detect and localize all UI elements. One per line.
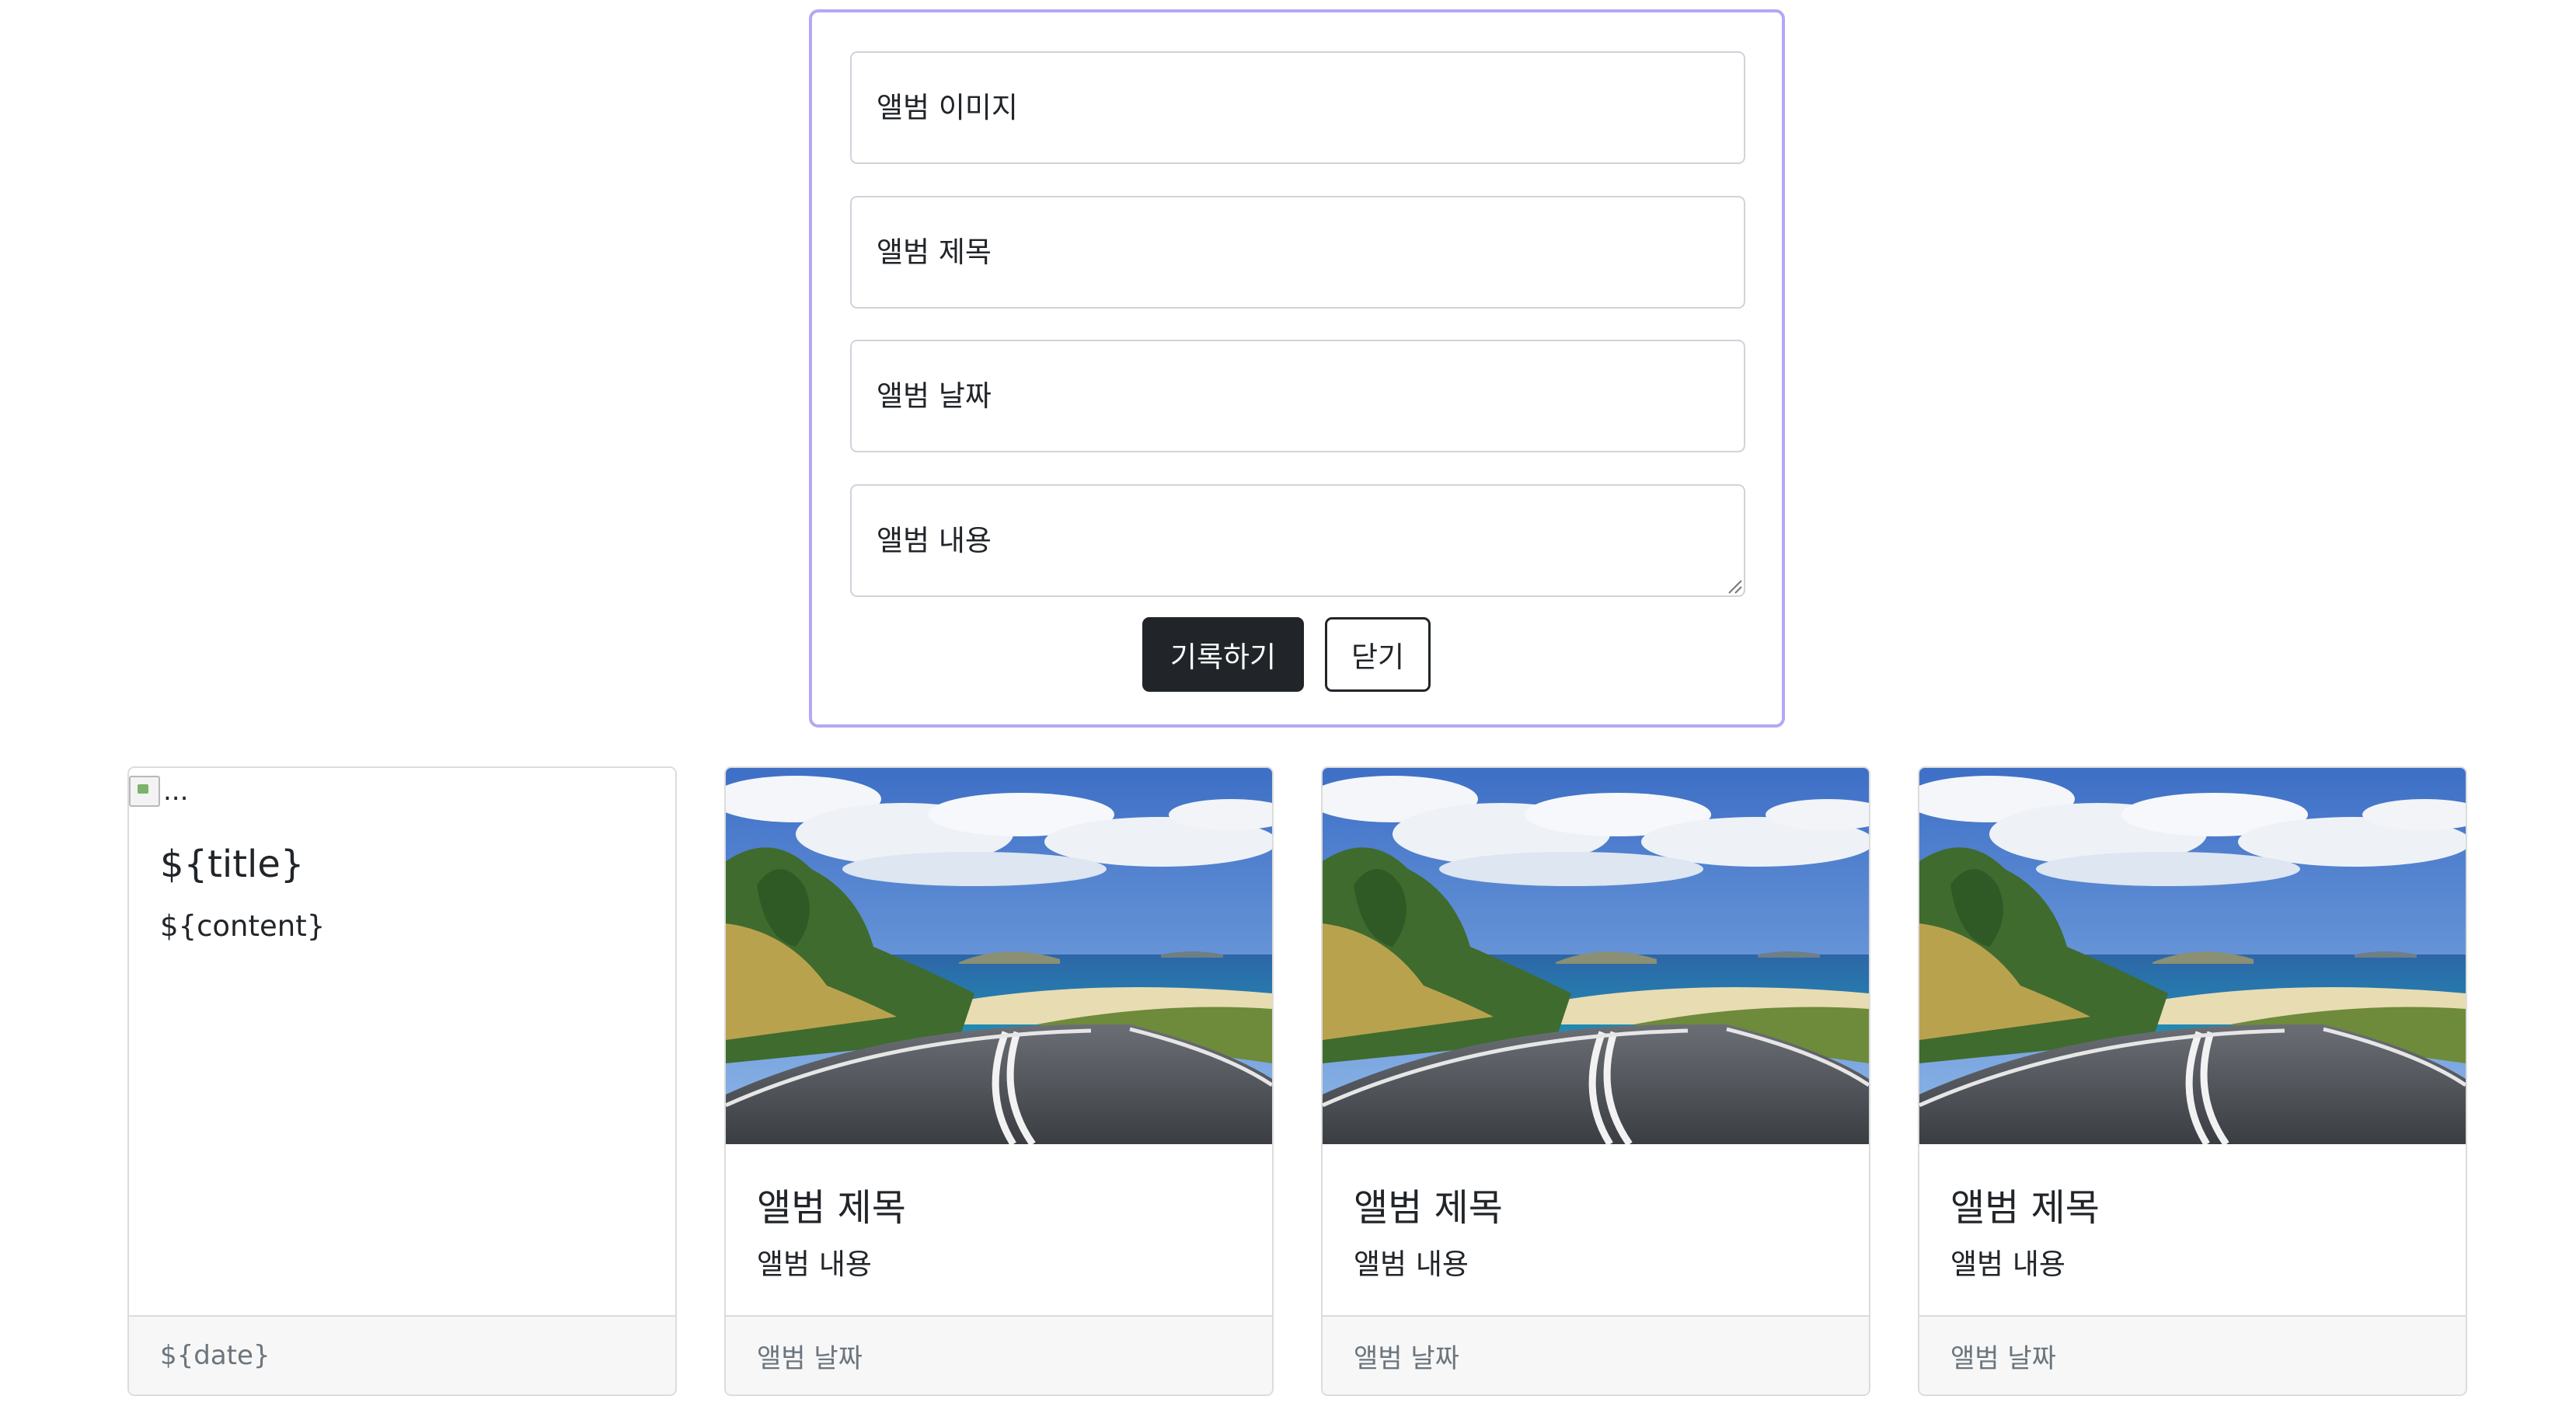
album-card: 앨범 제목 앨범 내용 앨범 날짜 <box>1321 766 1870 1396</box>
album-image <box>1919 768 2466 1144</box>
album-image <box>1323 768 1869 1144</box>
album-form-panel: 기록하기 닫기 <box>809 9 1785 728</box>
close-button[interactable]: 닫기 <box>1325 617 1431 692</box>
card-content: ${content} <box>160 909 326 943</box>
album-date-input[interactable] <box>850 340 1745 452</box>
card-title: 앨범 제목 <box>1354 1186 1503 1230</box>
album-card: 앨범 제목 앨범 내용 앨범 날짜 <box>724 766 1274 1396</box>
card-content: 앨범 내용 <box>1354 1248 1469 1281</box>
image-alt-text: ... <box>163 776 189 807</box>
album-image-input[interactable] <box>850 51 1745 164</box>
card-date: 앨범 날짜 <box>1354 1342 1459 1374</box>
card-footer: 앨범 날짜 <box>1323 1315 1869 1394</box>
card-footer: 앨범 날짜 <box>1919 1315 2466 1394</box>
album-title-input[interactable] <box>850 196 1745 309</box>
record-button[interactable]: 기록하기 <box>1142 617 1304 692</box>
card-footer: 앨범 날짜 <box>726 1315 1272 1394</box>
card-title: ${title} <box>160 843 305 886</box>
album-card: ... ${title} ${content} ${date} <box>127 766 677 1396</box>
card-title: 앨범 제목 <box>757 1186 906 1230</box>
card-date: 앨범 날짜 <box>757 1342 863 1374</box>
album-content-textarea[interactable] <box>850 484 1745 597</box>
card-title: 앨범 제목 <box>1950 1186 2100 1230</box>
card-content: 앨범 내용 <box>757 1248 872 1281</box>
album-image <box>726 768 1272 1144</box>
textarea-resize-handle-icon[interactable] <box>1726 578 1743 595</box>
album-card: 앨범 제목 앨범 내용 앨범 날짜 <box>1918 766 2467 1396</box>
card-date: ${date} <box>160 1340 270 1371</box>
card-footer: ${date} <box>129 1315 675 1394</box>
broken-image: ... <box>129 768 188 815</box>
card-content: 앨범 내용 <box>1950 1248 2065 1281</box>
broken-image-icon <box>129 776 160 807</box>
card-date: 앨범 날짜 <box>1950 1342 2056 1374</box>
